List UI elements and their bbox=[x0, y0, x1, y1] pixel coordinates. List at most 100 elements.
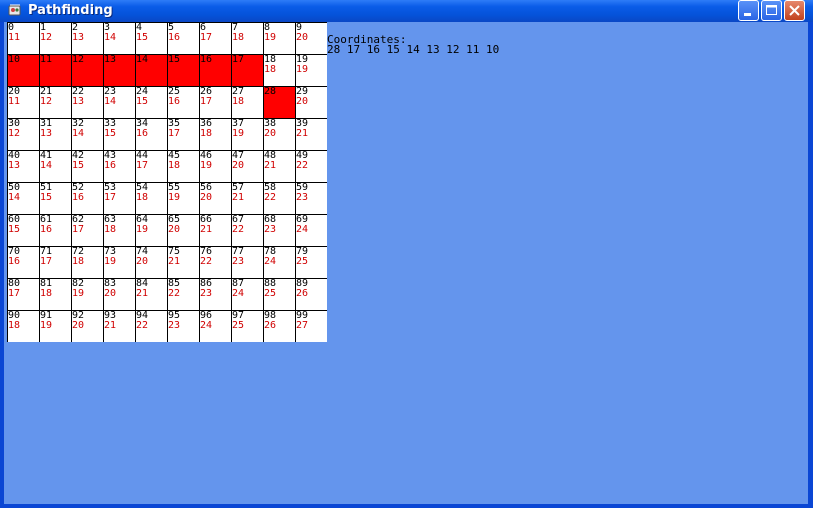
grid-cell[interactable]: 99 27 bbox=[296, 311, 327, 342]
grid-cell[interactable]: 21 12 bbox=[40, 87, 71, 118]
grid-cell[interactable]: 0 11 bbox=[8, 23, 39, 54]
grid-cell[interactable]: 32 14 bbox=[72, 119, 103, 150]
grid-cell[interactable]: 41 14 bbox=[40, 151, 71, 182]
grid-cell[interactable]: 83 20 bbox=[104, 279, 135, 310]
grid-cell[interactable]: 81 18 bbox=[40, 279, 71, 310]
grid-cell[interactable]: 40 13 bbox=[8, 151, 39, 182]
minimize-button[interactable] bbox=[738, 0, 759, 21]
grid-cell[interactable]: 38 20 bbox=[264, 119, 295, 150]
grid-cell[interactable]: 35 17 bbox=[168, 119, 199, 150]
grid-cell[interactable]: 36 18 bbox=[200, 119, 231, 150]
grid-cell[interactable]: 82 19 bbox=[72, 279, 103, 310]
grid-cell[interactable]: 9 20 bbox=[296, 23, 327, 54]
grid-cell[interactable]: 26 17 bbox=[200, 87, 231, 118]
grid-cell[interactable]: 43 16 bbox=[104, 151, 135, 182]
grid-cell[interactable]: 78 24 bbox=[264, 247, 295, 278]
grid-cell[interactable]: 86 23 bbox=[200, 279, 231, 310]
grid-cell[interactable]: 2 13 bbox=[72, 23, 103, 54]
grid-cell-blocked[interactable]: 15 bbox=[168, 55, 199, 86]
grid-cell[interactable]: 64 19 bbox=[136, 215, 167, 246]
grid-cell[interactable]: 7 18 bbox=[232, 23, 263, 54]
grid-cell[interactable]: 19 19 bbox=[296, 55, 327, 86]
grid-cell[interactable]: 47 20 bbox=[232, 151, 263, 182]
grid-cell[interactable]: 1 12 bbox=[40, 23, 71, 54]
grid-cell[interactable]: 87 24 bbox=[232, 279, 263, 310]
grid-cell[interactable]: 72 18 bbox=[72, 247, 103, 278]
grid-cell[interactable]: 53 17 bbox=[104, 183, 135, 214]
grid-cell[interactable]: 57 21 bbox=[232, 183, 263, 214]
grid-cell[interactable]: 4 15 bbox=[136, 23, 167, 54]
grid-cell[interactable]: 90 18 bbox=[8, 311, 39, 342]
title-bar[interactable]: Pathfinding bbox=[0, 0, 813, 22]
grid-cell[interactable]: 3 14 bbox=[104, 23, 135, 54]
grid-cell[interactable]: 23 14 bbox=[104, 87, 135, 118]
grid-cell[interactable]: 61 16 bbox=[40, 215, 71, 246]
grid-cell-blocked[interactable]: 17 bbox=[232, 55, 263, 86]
grid-cell[interactable]: 18 18 bbox=[264, 55, 295, 86]
grid-cell[interactable]: 92 20 bbox=[72, 311, 103, 342]
grid-cell[interactable]: 88 25 bbox=[264, 279, 295, 310]
grid-cell[interactable]: 71 17 bbox=[40, 247, 71, 278]
grid-cell[interactable]: 27 18 bbox=[232, 87, 263, 118]
grid-cell[interactable]: 44 17 bbox=[136, 151, 167, 182]
grid-cell[interactable]: 48 21 bbox=[264, 151, 295, 182]
maximize-button[interactable] bbox=[761, 0, 782, 21]
grid-cell[interactable]: 58 22 bbox=[264, 183, 295, 214]
grid-cell[interactable]: 84 21 bbox=[136, 279, 167, 310]
grid-cell-blocked[interactable]: 10 bbox=[8, 55, 39, 86]
grid-cell[interactable]: 31 13 bbox=[40, 119, 71, 150]
grid-cell[interactable]: 56 20 bbox=[200, 183, 231, 214]
grid-cell-blocked[interactable]: 14 bbox=[136, 55, 167, 86]
grid-cell[interactable]: 37 19 bbox=[232, 119, 263, 150]
grid-cell[interactable]: 50 14 bbox=[8, 183, 39, 214]
app-icon[interactable] bbox=[7, 2, 23, 18]
grid-cell[interactable]: 66 21 bbox=[200, 215, 231, 246]
grid-cell[interactable]: 97 25 bbox=[232, 311, 263, 342]
grid-cell[interactable]: 75 21 bbox=[168, 247, 199, 278]
grid-cell[interactable]: 5 16 bbox=[168, 23, 199, 54]
grid-cell[interactable]: 74 20 bbox=[136, 247, 167, 278]
grid-cell[interactable]: 85 22 bbox=[168, 279, 199, 310]
grid-cell[interactable]: 6 17 bbox=[200, 23, 231, 54]
grid-cell[interactable]: 29 20 bbox=[296, 87, 327, 118]
grid-cell[interactable]: 30 12 bbox=[8, 119, 39, 150]
grid-cell[interactable]: 94 22 bbox=[136, 311, 167, 342]
grid-cell[interactable]: 63 18 bbox=[104, 215, 135, 246]
grid-cell[interactable]: 49 22 bbox=[296, 151, 327, 182]
grid-cell[interactable]: 59 23 bbox=[296, 183, 327, 214]
grid-cell[interactable]: 8 19 bbox=[264, 23, 295, 54]
grid-cell[interactable]: 70 16 bbox=[8, 247, 39, 278]
grid-cell[interactable]: 60 15 bbox=[8, 215, 39, 246]
grid-cell[interactable]: 98 26 bbox=[264, 311, 295, 342]
grid-cell[interactable]: 79 25 bbox=[296, 247, 327, 278]
grid-cell[interactable]: 65 20 bbox=[168, 215, 199, 246]
grid-cell[interactable]: 20 11 bbox=[8, 87, 39, 118]
grid-cell[interactable]: 22 13 bbox=[72, 87, 103, 118]
grid-cell-blocked[interactable]: 12 bbox=[72, 55, 103, 86]
grid-cell[interactable]: 52 16 bbox=[72, 183, 103, 214]
grid-cell[interactable]: 55 19 bbox=[168, 183, 199, 214]
grid-cell[interactable]: 46 19 bbox=[200, 151, 231, 182]
grid-cell[interactable]: 93 21 bbox=[104, 311, 135, 342]
grid-cell[interactable]: 45 18 bbox=[168, 151, 199, 182]
grid-cell[interactable]: 34 16 bbox=[136, 119, 167, 150]
grid-cell[interactable]: 67 22 bbox=[232, 215, 263, 246]
grid-cell[interactable]: 91 19 bbox=[40, 311, 71, 342]
grid-cell[interactable]: 68 23 bbox=[264, 215, 295, 246]
grid-cell[interactable]: 33 15 bbox=[104, 119, 135, 150]
grid-cell[interactable]: 95 23 bbox=[168, 311, 199, 342]
close-button[interactable] bbox=[784, 0, 805, 21]
grid-cell-blocked[interactable]: 16 bbox=[200, 55, 231, 86]
grid-cell[interactable]: 25 16 bbox=[168, 87, 199, 118]
grid-cell[interactable]: 69 24 bbox=[296, 215, 327, 246]
grid-cell-blocked[interactable]: 13 bbox=[104, 55, 135, 86]
grid-cell[interactable]: 77 23 bbox=[232, 247, 263, 278]
grid-cell[interactable]: 39 21 bbox=[296, 119, 327, 150]
grid-cell[interactable]: 89 26 bbox=[296, 279, 327, 310]
grid-cell-blocked[interactable]: 28 bbox=[264, 87, 295, 118]
grid-cell[interactable]: 96 24 bbox=[200, 311, 231, 342]
pathfinding-grid[interactable]: 0 11 1 12 2 13 3 14 4 15 5 16 6 17 7 18 8 19 9 20 10 11 12 13 14… bbox=[7, 22, 327, 342]
grid-cell[interactable]: 51 15 bbox=[40, 183, 71, 214]
grid-cell[interactable]: 62 17 bbox=[72, 215, 103, 246]
grid-cell[interactable]: 42 15 bbox=[72, 151, 103, 182]
